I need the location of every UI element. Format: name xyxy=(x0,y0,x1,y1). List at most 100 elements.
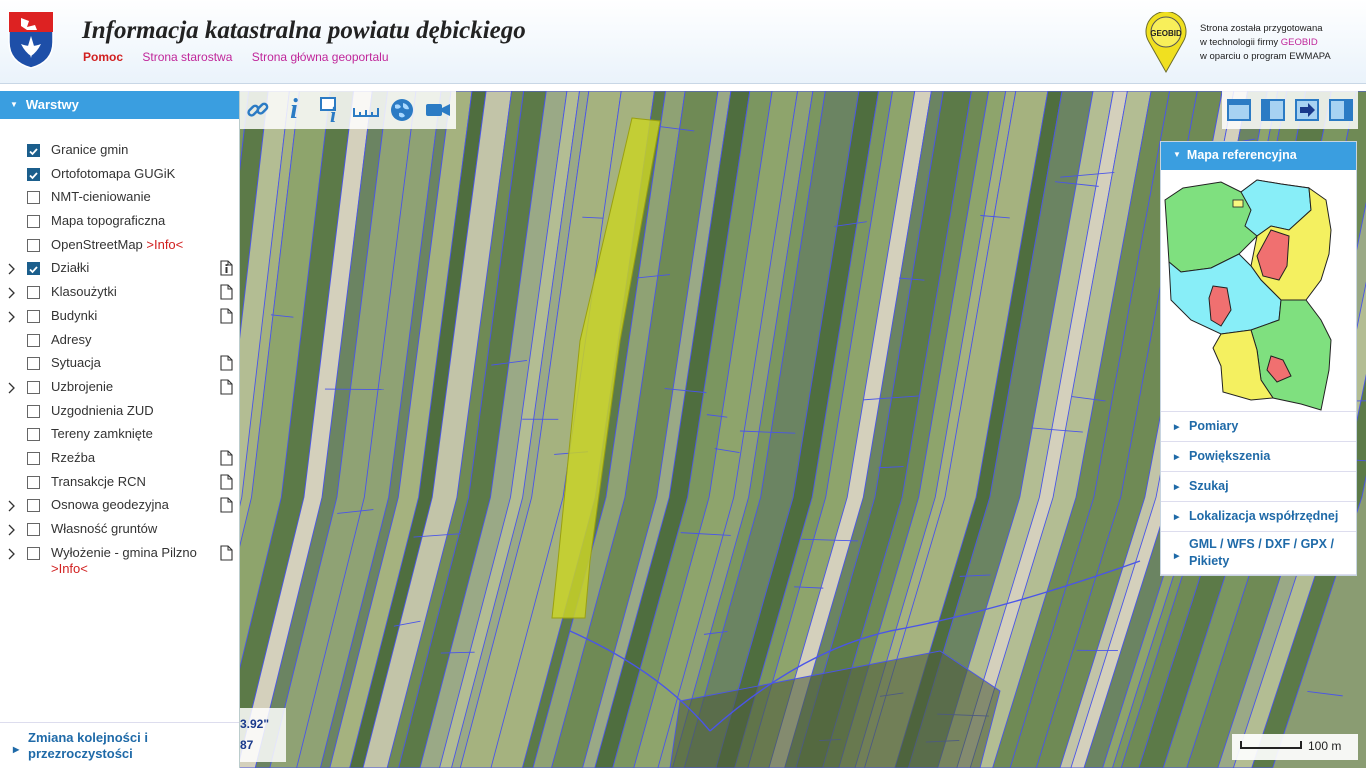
layer-label[interactable]: Wyłożenie - gmina Pilzno >Info< xyxy=(51,545,197,577)
street-view-tool[interactable] xyxy=(420,91,456,129)
info-tool[interactable]: i xyxy=(276,91,312,129)
layer-info-document-icon[interactable] xyxy=(220,260,233,276)
document-icon[interactable] xyxy=(220,474,233,490)
export-section[interactable]: ▶ GML / WFS / DXF / GPX / Pikiety xyxy=(1161,532,1356,575)
layer-label[interactable]: Uzgodnienia ZUD xyxy=(51,403,154,419)
link-tool[interactable] xyxy=(240,91,276,129)
globe-tool[interactable] xyxy=(384,91,420,129)
document-icon[interactable] xyxy=(220,450,233,466)
layer-label[interactable]: Tereny zamknięte xyxy=(51,426,153,442)
layer-checkbox[interactable] xyxy=(27,309,40,323)
layer-order-link[interactable]: ▶ Zmiana kolejności i przezroczystości xyxy=(0,722,239,768)
layer-checkbox[interactable] xyxy=(27,167,40,181)
layer-checkbox[interactable] xyxy=(27,333,40,347)
reference-map[interactable] xyxy=(1161,170,1356,412)
geoportal-home-link[interactable]: Strona główna geoportalu xyxy=(252,50,389,64)
layer-label[interactable]: NMT-cieniowanie xyxy=(51,189,151,205)
coordinate-location-section[interactable]: ▶ Lokalizacja współrzędnej xyxy=(1161,502,1356,532)
layer-item[interactable]: Mapa topograficzna xyxy=(0,212,240,236)
layer-checkbox[interactable] xyxy=(27,380,40,394)
layer-item[interactable]: Granice gmin xyxy=(0,141,240,165)
layer-item[interactable]: Sytuacja xyxy=(0,354,240,378)
document-icon[interactable] xyxy=(220,497,233,513)
chevron-right-icon[interactable] xyxy=(8,263,16,275)
layer-label[interactable]: Adresy xyxy=(51,332,91,348)
layer-item[interactable]: Uzgodnienia ZUD xyxy=(0,402,240,426)
layer-checkbox[interactable] xyxy=(27,523,40,536)
layer-label[interactable]: Osnowa geodezyjna xyxy=(51,497,169,513)
layer-checkbox[interactable] xyxy=(27,238,40,252)
reference-map-image[interactable] xyxy=(1161,170,1356,412)
measurements-section[interactable]: ▶ Pomiary xyxy=(1161,412,1356,442)
layer-checkbox[interactable] xyxy=(27,404,40,418)
layer-checkbox[interactable] xyxy=(27,546,40,560)
layer-item[interactable]: Wyłożenie - gmina Pilzno >Info< xyxy=(0,544,240,580)
zooms-section[interactable]: ▶ Powiększenia xyxy=(1161,442,1356,472)
layer-label[interactable]: OpenStreetMap >Info< xyxy=(51,237,183,253)
layer-label[interactable]: Własność gruntów xyxy=(51,521,157,537)
layer-checkbox[interactable] xyxy=(27,499,40,513)
toggle-right-panel-button[interactable] xyxy=(1324,91,1358,129)
geobid-brand-link[interactable]: GEOBID xyxy=(1281,37,1318,48)
chevron-right-icon[interactable] xyxy=(8,287,16,299)
layer-item[interactable]: Osnowa geodezyjna xyxy=(0,496,240,520)
layer-checkbox[interactable] xyxy=(27,475,40,489)
layer-label[interactable]: Budynki xyxy=(51,308,97,324)
layer-item[interactable]: Własność gruntów xyxy=(0,520,240,544)
layer-item[interactable]: Klasoużytki xyxy=(0,283,240,307)
layer-checkbox[interactable] xyxy=(27,286,40,300)
layer-checkbox[interactable] xyxy=(27,451,40,465)
layer-info-link[interactable]: >Info< xyxy=(51,561,88,576)
document-icon[interactable] xyxy=(220,355,233,371)
county-office-link[interactable]: Strona starostwa xyxy=(142,50,232,64)
layer-label[interactable]: Rzeźba xyxy=(51,450,95,466)
layer-item[interactable]: Transakcje RCN xyxy=(0,473,240,497)
chevron-right-icon[interactable] xyxy=(8,524,16,536)
layer-label[interactable]: Klasoużytki xyxy=(51,284,117,300)
measure-tool[interactable] xyxy=(348,91,384,129)
layer-checkbox[interactable] xyxy=(27,428,40,442)
layer-checkbox[interactable] xyxy=(27,357,40,371)
layer-item[interactable]: Budynki xyxy=(0,307,240,331)
map-view[interactable]: i i 3.92" 87 100 m ▼ Mapa referencyjna ▶… xyxy=(240,91,1366,768)
layer-item[interactable]: Tereny zamknięte xyxy=(0,425,240,449)
geobid-logo[interactable]: GEOBID xyxy=(1143,12,1189,74)
layer-item[interactable]: OpenStreetMap >Info< xyxy=(0,236,240,260)
layer-item[interactable]: Adresy xyxy=(0,331,240,355)
chevron-right-icon[interactable] xyxy=(8,382,16,394)
layer-label[interactable]: Sytuacja xyxy=(51,355,101,371)
document-icon[interactable] xyxy=(220,379,233,395)
layer-item[interactable]: Działki xyxy=(0,259,240,283)
layers-panel-header[interactable]: ▼ Warstwy xyxy=(0,91,239,119)
layer-checkbox[interactable] xyxy=(27,262,40,276)
layer-item[interactable]: NMT-cieniowanie xyxy=(0,188,240,212)
layer-item[interactable]: Rzeźba xyxy=(0,449,240,473)
chevron-right-icon[interactable] xyxy=(8,311,16,323)
layer-label[interactable]: Mapa topograficzna xyxy=(51,213,165,229)
toggle-left-panel-button[interactable] xyxy=(1256,91,1290,129)
exit-button[interactable] xyxy=(1290,91,1324,129)
layer-info-link[interactable]: >Info< xyxy=(146,237,183,252)
layer-item[interactable]: Uzbrojenie xyxy=(0,378,240,402)
info-document-tool[interactable]: i xyxy=(312,91,348,129)
layer-label[interactable]: Transakcje RCN xyxy=(51,474,146,490)
layer-label[interactable]: Granice gmin xyxy=(51,142,128,158)
layer-checkbox[interactable] xyxy=(27,215,40,229)
layer-checkbox[interactable] xyxy=(27,191,40,205)
layer-checkbox[interactable] xyxy=(27,144,40,157)
chevron-right-icon[interactable] xyxy=(8,500,16,512)
full-window-button[interactable] xyxy=(1222,91,1256,129)
chevron-right-icon[interactable] xyxy=(8,548,16,560)
reference-map-header[interactable]: ▼ Mapa referencyjna xyxy=(1161,142,1356,170)
search-section[interactable]: ▶ Szukaj xyxy=(1161,472,1356,502)
layer-label[interactable]: Uzbrojenie xyxy=(51,379,113,395)
document-icon[interactable] xyxy=(220,284,233,300)
layer-item[interactable]: Ortofotomapa GUGiK xyxy=(0,165,240,189)
layer-label[interactable]: Działki xyxy=(51,260,89,276)
link-icon xyxy=(247,102,269,117)
triangle-right-icon: ▶ xyxy=(1174,514,1180,521)
help-link[interactable]: Pomoc xyxy=(83,50,123,64)
layer-label[interactable]: Ortofotomapa GUGiK xyxy=(51,166,175,182)
document-icon[interactable] xyxy=(220,545,233,561)
document-icon[interactable] xyxy=(220,308,233,324)
